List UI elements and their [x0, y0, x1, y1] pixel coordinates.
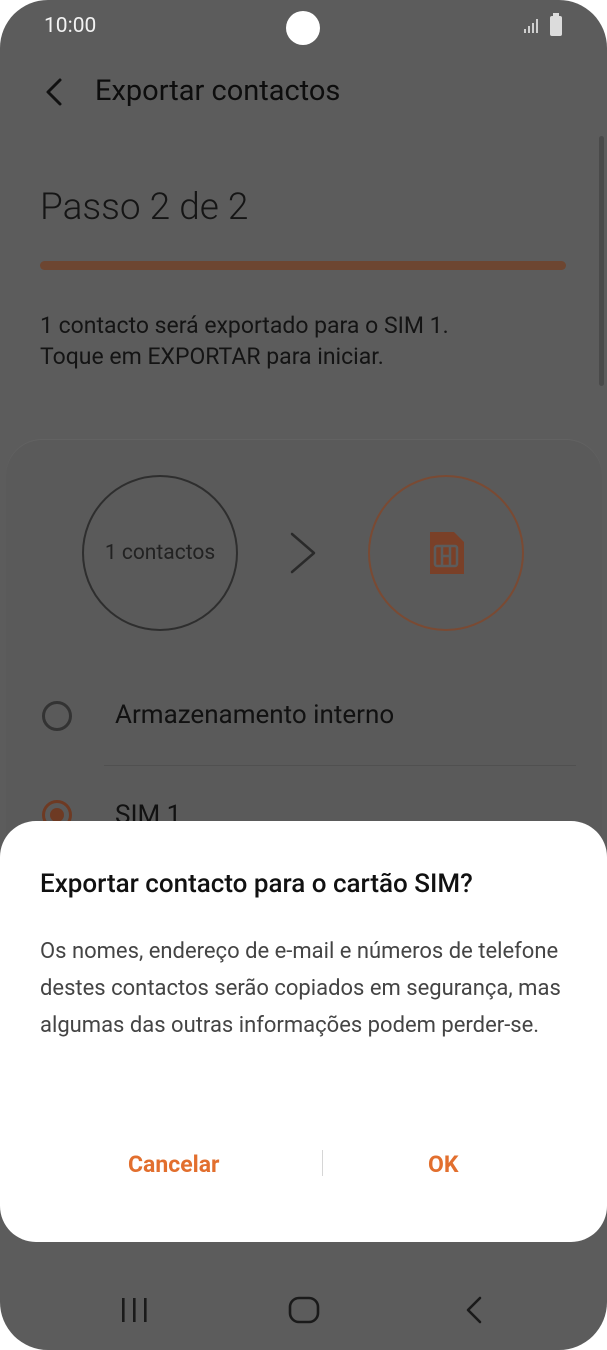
navigation-bar: [0, 1262, 607, 1350]
destination-sim-circle: [368, 475, 524, 631]
scrollbar[interactable]: [599, 136, 604, 386]
export-confirm-dialog: Exportar contacto para o cartão SIM? Os …: [0, 821, 607, 1242]
home-icon[interactable]: [288, 1296, 320, 1324]
cancel-button[interactable]: Cancelar: [128, 1151, 219, 1178]
source-contacts-label: 1 contactos: [104, 541, 216, 565]
page-title: Exportar contactos: [95, 74, 341, 108]
sim-card-icon: [430, 532, 464, 574]
radio-internal-storage[interactable]: [42, 701, 72, 731]
export-options-card: [6, 440, 602, 860]
description-line-2: Toque em EXPORTAR para iniciar.: [40, 343, 384, 370]
battery-icon: [550, 13, 562, 36]
front-camera: [286, 11, 320, 45]
chevron-right-icon: [290, 532, 316, 574]
phone-screen: 10:00 Exportar contactos Passo 2 de 2 1 …: [0, 0, 607, 1350]
dialog-title: Exportar contacto para o cartão SIM?: [40, 869, 473, 899]
step-progress-bar: [40, 261, 566, 270]
export-description: 1 contacto será exportado para o SIM 1. …: [40, 310, 580, 372]
back-arrow-icon[interactable]: [40, 76, 72, 108]
status-bar: 10:00: [0, 0, 607, 56]
description-line-1: 1 contacto será exportado para o SIM 1.: [40, 312, 449, 339]
option-divider: [104, 765, 576, 766]
back-icon[interactable]: [463, 1296, 485, 1324]
status-time: 10:00: [44, 14, 97, 38]
ok-button[interactable]: OK: [428, 1151, 458, 1178]
dialog-button-divider: [322, 1150, 323, 1176]
step-indicator: Passo 2 de 2: [40, 186, 249, 229]
signal-icon: [524, 19, 538, 33]
recent-apps-icon[interactable]: [120, 1297, 150, 1323]
option-label-internal-storage[interactable]: Armazenamento interno: [115, 700, 394, 730]
dialog-message: Os nomes, endereço de e-mail e números d…: [40, 939, 561, 1038]
source-contacts-circle: 1 contactos: [82, 475, 238, 631]
